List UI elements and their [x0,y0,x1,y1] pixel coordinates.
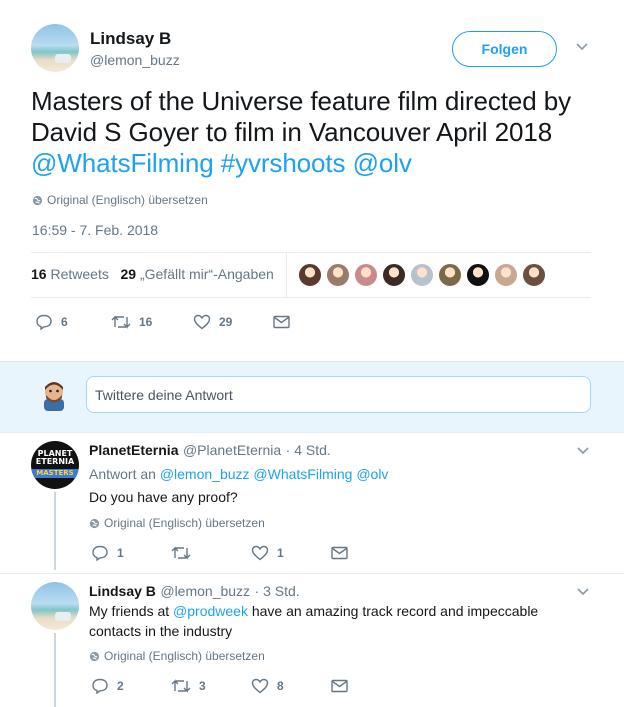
heart-icon [193,314,211,330]
reply-icon [35,314,53,330]
reply-time[interactable]: · 4 Std. [286,442,331,458]
liker-avatar[interactable] [326,263,350,287]
planeteternia-avatar[interactable]: PLANET ETERNIA MASTERS [31,441,79,489]
divider [0,573,624,574]
direct-message-action[interactable] [273,315,290,329]
tweet-text: Masters of the Universe feature film dir… [31,86,601,179]
chevron-down-icon[interactable] [576,43,588,51]
liker-avatars [298,263,546,287]
follow-button[interactable]: Folgen [452,31,557,67]
retweet-icon [111,314,131,330]
reply-author-name[interactable]: PlanetEternia [89,442,178,458]
reply-action[interactable]: 2 [91,678,124,694]
mention-link[interactable]: @prodweek [173,603,248,619]
globe-icon [32,195,43,206]
liker-avatar[interactable] [522,263,546,287]
retweet-action[interactable] [171,545,199,561]
thread-line [54,492,56,570]
liker-avatar[interactable] [298,263,322,287]
globe-icon [89,651,100,662]
tweet-stats: 16 Retweets 29 „Gefällt mir“-Angaben [31,266,274,282]
retweet-action[interactable]: 3 [171,678,206,694]
retweet-icon [171,545,191,561]
mention-link[interactable]: @olv [356,466,388,482]
reply-action[interactable]: 1 [91,545,124,561]
divider [31,252,591,253]
reply-author-handle[interactable]: @PlanetEternia [183,442,281,458]
retweet-icon [171,678,191,694]
reply-header: PlanetEternia @PlanetEternia · 4 Std. [89,442,331,460]
reply-input[interactable]: Twittere deine Antwort [86,376,591,413]
mention-link[interactable]: @olv [353,148,412,178]
envelope-icon [331,546,348,560]
tweet-text-body: Masters of the Universe feature film dir… [31,86,571,147]
chevron-down-icon[interactable] [577,588,589,596]
divider [31,297,591,298]
liker-avatar[interactable] [410,263,434,287]
reply-action[interactable]: 6 [35,314,68,330]
like-action[interactable]: 1 [251,545,284,561]
reply-author-name[interactable]: Lindsay B [89,583,156,599]
reply-icon [91,545,109,561]
author-avatar[interactable] [31,24,79,72]
liker-avatar[interactable] [354,263,378,287]
translate-link[interactable]: Original (Englisch) übersetzen [32,193,208,207]
globe-icon [89,518,100,529]
reply-time[interactable]: · 3 Std. [255,583,300,599]
likes-stat[interactable]: 29 „Gefällt mir“-Angaben [121,266,274,282]
envelope-icon [331,679,348,693]
envelope-icon [273,315,290,329]
heart-icon [251,545,269,561]
thread-line [54,633,56,707]
heart-icon [251,678,269,694]
liker-avatar[interactable] [382,263,406,287]
liker-avatar[interactable] [466,263,490,287]
direct-message-action[interactable] [331,679,348,693]
divider [0,432,624,433]
divider [286,253,287,297]
like-action[interactable]: 8 [251,678,284,694]
author-handle[interactable]: @lemon_buzz [90,52,180,68]
mention-link[interactable]: @WhatsFilming [31,148,214,178]
like-action[interactable]: 29 [193,314,232,330]
current-user-avatar[interactable] [40,379,68,411]
liker-avatar[interactable] [494,263,518,287]
mention-link[interactable]: @WhatsFilming [253,466,352,482]
chevron-down-icon[interactable] [577,447,589,455]
replying-to: Antwort an @lemon_buzz @WhatsFilming @ol… [89,466,389,482]
translate-link[interactable]: Original (Englisch) übersetzen [89,649,265,663]
reply-text: Do you have any proof? [89,489,238,505]
reply-text: My friends at @prodweek have an amazing … [89,603,539,639]
hashtag-link[interactable]: #yvrshoots [221,148,346,178]
mention-link[interactable]: @lemon_buzz [160,466,250,482]
author-name[interactable]: Lindsay B [90,29,171,49]
direct-message-action[interactable] [331,546,348,560]
reply-header: Lindsay B @lemon_buzz · 3 Std. [89,583,300,601]
reply-author-avatar[interactable] [31,582,79,630]
retweets-stat[interactable]: 16 Retweets [31,266,109,282]
tweet-timestamp[interactable]: 16:59 - 7. Feb. 2018 [32,222,158,238]
liker-avatar[interactable] [438,263,462,287]
reply-author-handle[interactable]: @lemon_buzz [160,583,250,599]
translate-link[interactable]: Original (Englisch) übersetzen [89,516,265,530]
retweet-action[interactable]: 16 [111,314,152,330]
reply-icon [91,678,109,694]
